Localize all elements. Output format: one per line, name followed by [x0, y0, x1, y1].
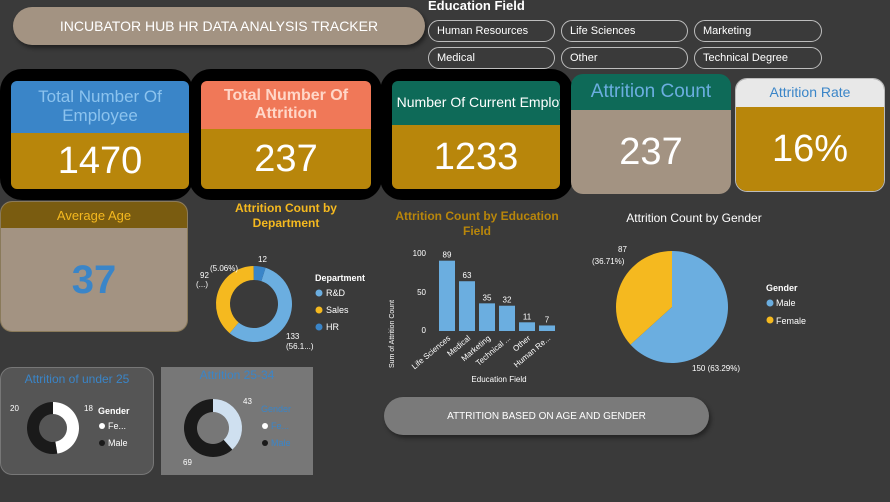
age25-34-label-female: 43	[243, 397, 252, 406]
legend-swatch-female	[262, 423, 268, 429]
dept-legend-sales[interactable]: Sales	[326, 305, 349, 315]
kpi-current-employees: Total Number Of Current Employees 1233	[392, 81, 560, 189]
edu-y-axis-label: Sum of Attrition Count	[389, 300, 396, 368]
kpi-value: 237	[571, 110, 731, 194]
edu-bars: 89Life Sciences63Medical35Marketing32Tec…	[410, 251, 555, 371]
legend-swatch-male	[99, 440, 105, 446]
age25-34-slice-female[interactable]	[213, 399, 242, 450]
under25-donut-slices	[26, 402, 79, 454]
dept-label-hr-pct: (5.06%)	[210, 264, 238, 273]
gender-legend-male[interactable]: Male	[776, 298, 796, 308]
under25-legend-male[interactable]: Male	[108, 438, 128, 448]
attrition-age-gender-button[interactable]: ATTRITION BASED ON AGE AND GENDER	[384, 397, 709, 435]
dept-legend-hr[interactable]: HR	[326, 322, 339, 332]
gender-chart-title: Attrition Count by Gender	[626, 211, 762, 225]
dept-label-rd-pct: (56.1...)	[286, 342, 314, 351]
under25-title: Attrition of under 25	[24, 372, 130, 386]
gender-label-female-value: 87	[618, 245, 627, 254]
kpi-value: 16%	[736, 107, 884, 191]
slicer-option-technical-degree[interactable]: Technical Degree	[694, 47, 822, 69]
slicer-option-other[interactable]: Other	[561, 47, 688, 69]
age25-34-legend-female[interactable]: Fe...	[271, 421, 289, 431]
edu-bar-1[interactable]	[459, 281, 475, 331]
kpi-total-employees: Total Number Of Employee 1470	[11, 81, 189, 189]
legend-swatch-female	[99, 423, 105, 429]
edu-bar-value-label: 63	[463, 271, 472, 280]
edu-x-axis-label: Education Field	[471, 375, 526, 384]
kpi-total-attrition: Total Number Of Attrition 237	[201, 81, 371, 189]
edu-bar-chart: Sum of Attrition Count 100 50 0 89Life S…	[389, 249, 555, 384]
edu-bar-value-label: 32	[503, 296, 512, 305]
under25-legend-title: Gender	[98, 406, 130, 416]
kpi-attrition-rate: Attrition Rate 16%	[735, 78, 885, 192]
dept-label-sales-pct: (...)	[196, 280, 208, 289]
legend-swatch-hr	[315, 323, 323, 331]
average-age-label: Average Age	[1, 202, 187, 228]
edu-ytick-100: 100	[413, 249, 427, 258]
legend-swatch-rd	[315, 289, 323, 297]
legend-swatch-sales	[315, 306, 323, 314]
gender-pie-chart: 87 (36.71%) 150 (63.29%)	[592, 245, 740, 373]
kpi-value: 1470	[11, 133, 189, 189]
dept-slice-sales[interactable]	[216, 266, 254, 334]
kpi-value: 1233	[392, 125, 560, 189]
slicer-option-human-resources[interactable]: Human Resources	[428, 20, 555, 42]
dept-label-rd-value: 133	[286, 332, 300, 341]
age25-34-legend-male[interactable]: Male	[271, 438, 291, 448]
dept-legend: Department R&D Sales HR	[315, 273, 365, 332]
under25-label-male: 20	[10, 404, 19, 413]
gender-legend: Gender Male Female	[766, 283, 806, 326]
dept-legend-rd[interactable]: R&D	[326, 288, 346, 298]
edu-chart-title: Attrition Count by Education Field	[395, 209, 559, 238]
dept-chart-title: Attrition Count by Department	[235, 201, 337, 230]
edu-bar-4[interactable]	[519, 322, 535, 331]
kpi-label: Total Number Of Current Employees	[392, 81, 560, 125]
kpi-label: Total Number Of Attrition	[201, 81, 371, 129]
kpi-label: Attrition Count	[571, 74, 731, 110]
legend-swatch-male	[766, 299, 774, 307]
edu-bar-value-label: 89	[443, 251, 452, 260]
kpi-label: Total Number Of Employee	[11, 81, 189, 133]
under25-slice-male[interactable]	[26, 402, 58, 454]
edu-bar-3[interactable]	[499, 305, 515, 331]
edu-bar-5[interactable]	[539, 325, 555, 331]
gender-legend-female[interactable]: Female	[776, 316, 806, 326]
under25-label-female: 18	[84, 404, 93, 413]
edu-bar-value-label: 7	[545, 315, 550, 324]
gender-label-male: 150 (63.29%)	[692, 364, 740, 373]
kpi-attrition-count: Attrition Count 237	[571, 74, 731, 194]
under25-slice-female[interactable]	[53, 402, 79, 454]
average-age-card: Average Age 37	[0, 201, 188, 332]
kpi-value: 237	[201, 129, 371, 189]
dept-label-sales-value: 92	[200, 271, 209, 280]
dept-donut-slices	[216, 266, 292, 342]
legend-swatch-male	[262, 440, 268, 446]
age25-34-title: Attrition 25-34	[199, 368, 275, 382]
edu-bar-value-label: 11	[523, 312, 532, 321]
kpi-label: Attrition Rate	[736, 79, 884, 107]
slicer-option-life-sciences[interactable]: Life Sciences	[561, 20, 688, 42]
legend-swatch-female	[766, 316, 774, 324]
age25-34-donut-slices	[184, 399, 242, 457]
edu-bar-0[interactable]	[439, 260, 455, 331]
edu-bar-value-label: 35	[483, 293, 492, 302]
under25-legend-female[interactable]: Fe...	[108, 421, 126, 431]
slicer-option-marketing[interactable]: Marketing	[694, 20, 822, 42]
age25-34-donut-chart: 43 69 Gender Fe... Male	[183, 397, 291, 467]
age25-34-label-male: 69	[183, 458, 192, 467]
average-age-value: 37	[71, 257, 117, 302]
gender-legend-title: Gender	[766, 283, 798, 293]
gender-pie-slices	[616, 251, 728, 363]
gender-label-female-pct: (36.71%)	[592, 257, 625, 266]
edu-ytick-0: 0	[422, 326, 427, 335]
age25-34-legend-title: Gender	[261, 404, 291, 414]
education-field-slicer-title: Education Field	[428, 0, 525, 13]
dept-label-hr-value: 12	[258, 255, 267, 264]
edu-bar-2[interactable]	[479, 303, 495, 331]
edu-ytick-50: 50	[417, 288, 426, 297]
slicer-option-medical[interactable]: Medical	[428, 47, 555, 69]
dept-legend-title: Department	[315, 273, 365, 283]
under25-donut-chart: 20 18 Gender Fe... Male	[10, 402, 130, 454]
dashboard-title: INCUBATOR HUB HR DATA ANALYSIS TRACKER	[13, 7, 425, 45]
